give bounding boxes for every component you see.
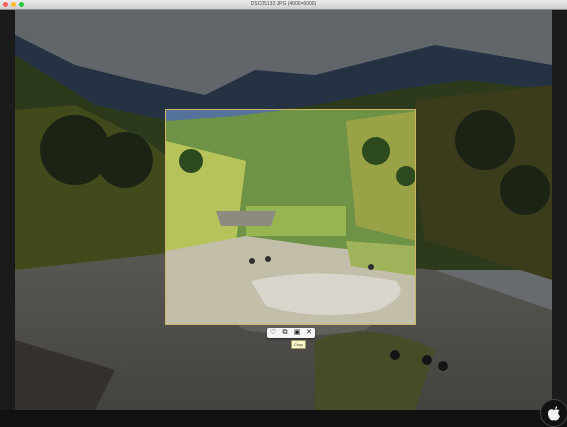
crop-selection[interactable] xyxy=(165,109,416,325)
copy-icon[interactable]: ⧉ xyxy=(281,329,290,337)
window-titlebar: DSC05132.JPG (4000×6000) xyxy=(0,0,567,10)
bottom-bar xyxy=(0,410,567,427)
window-title: DSC05132.JPG (4000×6000) xyxy=(250,1,317,7)
crop-toolbar: ♡ ⧉ ▣ ✕ xyxy=(267,328,315,338)
photo-canvas[interactable]: ♡ ⧉ ▣ ✕ Crop xyxy=(15,10,552,410)
crop-tooltip: Crop xyxy=(291,340,306,349)
close-icon[interactable]: ✕ xyxy=(305,329,314,337)
photo-crop-preview xyxy=(166,110,415,324)
crop-apply-icon[interactable]: ▣ xyxy=(293,329,302,337)
apple-logo-icon xyxy=(540,399,567,427)
heart-icon[interactable]: ♡ xyxy=(269,329,278,337)
